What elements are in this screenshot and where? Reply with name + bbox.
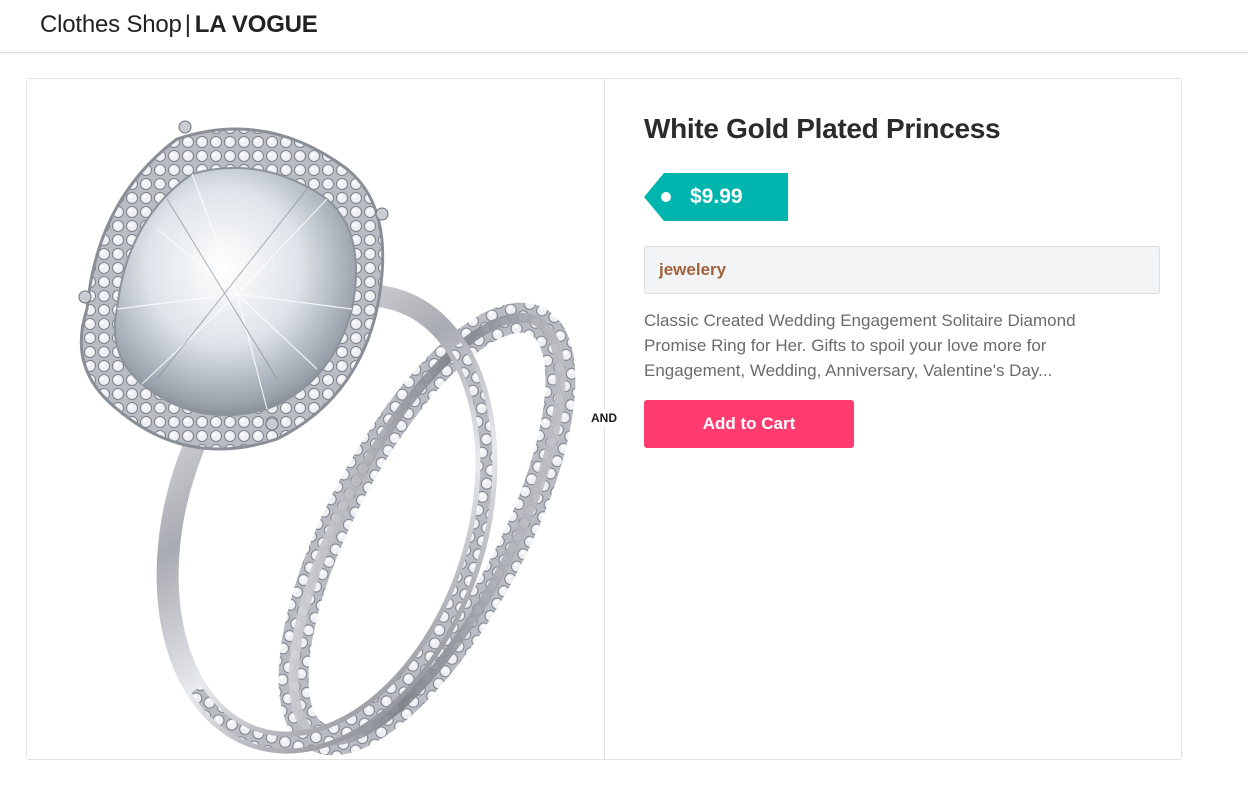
product-price: $9.99 (690, 185, 743, 208)
add-to-cart-button[interactable]: Add to Cart (644, 400, 854, 448)
product-title: White Gold Plated Princess (644, 113, 1001, 144)
product-image (27, 79, 604, 759)
ring-set-image (27, 79, 604, 759)
brand-separator: | (184, 11, 191, 38)
category-label: jewelery (644, 246, 1160, 294)
divider-label: AND (587, 409, 621, 427)
product-category: jewelery (659, 260, 727, 279)
product-card: AND White Gold Plated Princess $9.99 jew… (26, 78, 1182, 760)
top-menu-bar: Clothes Shop | LA VOGUE (0, 0, 1248, 53)
product-description: Classic Created Wedding Engagement Solit… (644, 311, 1076, 380)
shop-brand[interactable]: Clothes Shop | LA VOGUE (40, 11, 318, 39)
brand-name: LA VOGUE (194, 11, 318, 38)
shop-name: Clothes Shop (40, 11, 182, 38)
price-tag: $9.99 (644, 173, 788, 221)
